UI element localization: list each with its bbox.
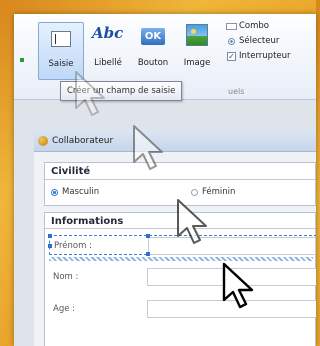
libelle-tool-label: Libellé bbox=[94, 58, 122, 68]
combo-tool-label: Combo bbox=[239, 21, 270, 31]
cursor-trail-icon bbox=[177, 199, 207, 244]
window-icon bbox=[38, 136, 48, 146]
civilite-title: Civilité bbox=[51, 166, 91, 177]
prenom-input[interactable] bbox=[148, 237, 316, 255]
ribbon-marker-icon bbox=[20, 58, 24, 62]
button-ok-icon: OK bbox=[141, 28, 165, 45]
selecteur-tool-button[interactable]: Sélecteur bbox=[226, 35, 291, 50]
radio-feminin-label: Féminin bbox=[202, 187, 236, 197]
combo-icon bbox=[226, 23, 237, 30]
informations-title: Informations bbox=[51, 216, 124, 227]
label-abc-icon: Abc bbox=[92, 24, 124, 42]
age-field[interactable]: Age : bbox=[49, 299, 316, 319]
cursor-trail-icon bbox=[75, 71, 105, 116]
window-body: Civilité Masculin Féminin Informations P… bbox=[34, 152, 316, 346]
radio-selected-icon bbox=[51, 189, 58, 196]
selection-handle[interactable] bbox=[146, 234, 150, 238]
selection-handle[interactable] bbox=[48, 234, 52, 238]
radio-unselected-icon bbox=[191, 189, 198, 196]
section-divider bbox=[45, 179, 315, 180]
interrupteur-tool-button[interactable]: ✓ Interrupteur bbox=[226, 50, 291, 65]
selection-handle[interactable] bbox=[146, 252, 150, 256]
prenom-label: Prénom : bbox=[54, 241, 92, 251]
age-label: Age : bbox=[53, 304, 76, 314]
window-title: Collaborateur bbox=[52, 136, 114, 146]
nom-label: Nom : bbox=[53, 272, 79, 282]
selection-hatch bbox=[49, 257, 313, 261]
ribbon-group-label: uels bbox=[228, 87, 245, 96]
radio-icon bbox=[228, 38, 235, 45]
image-tool-label: Image bbox=[183, 58, 211, 68]
checkbox-icon: ✓ bbox=[227, 52, 236, 61]
mouse-pointer-icon bbox=[222, 262, 254, 309]
radio-masculin[interactable]: Masculin bbox=[51, 187, 99, 197]
application-window: Saisie Abc Libellé OK Bouton Image Combo… bbox=[14, 14, 316, 346]
cursor-trail-icon bbox=[133, 125, 163, 170]
selection-handle[interactable] bbox=[48, 244, 52, 248]
bouton-tool-label: Bouton bbox=[137, 58, 169, 68]
ribbon-control-list: Combo Sélecteur ✓ Interrupteur bbox=[226, 20, 291, 65]
radio-feminin[interactable]: Féminin bbox=[191, 187, 235, 197]
saisie-tool-label: Saisie bbox=[48, 59, 74, 69]
selecteur-tool-label: Sélecteur bbox=[239, 36, 280, 46]
nom-field[interactable]: Nom : bbox=[49, 267, 316, 287]
window-title-bar[interactable]: Collaborateur bbox=[34, 130, 316, 152]
combo-tool-button[interactable]: Combo bbox=[226, 20, 291, 35]
text-field-icon bbox=[51, 31, 71, 47]
interrupteur-tool-label: Interrupteur bbox=[239, 51, 291, 61]
image-icon bbox=[186, 24, 208, 46]
radio-masculin-label: Masculin bbox=[62, 187, 100, 197]
